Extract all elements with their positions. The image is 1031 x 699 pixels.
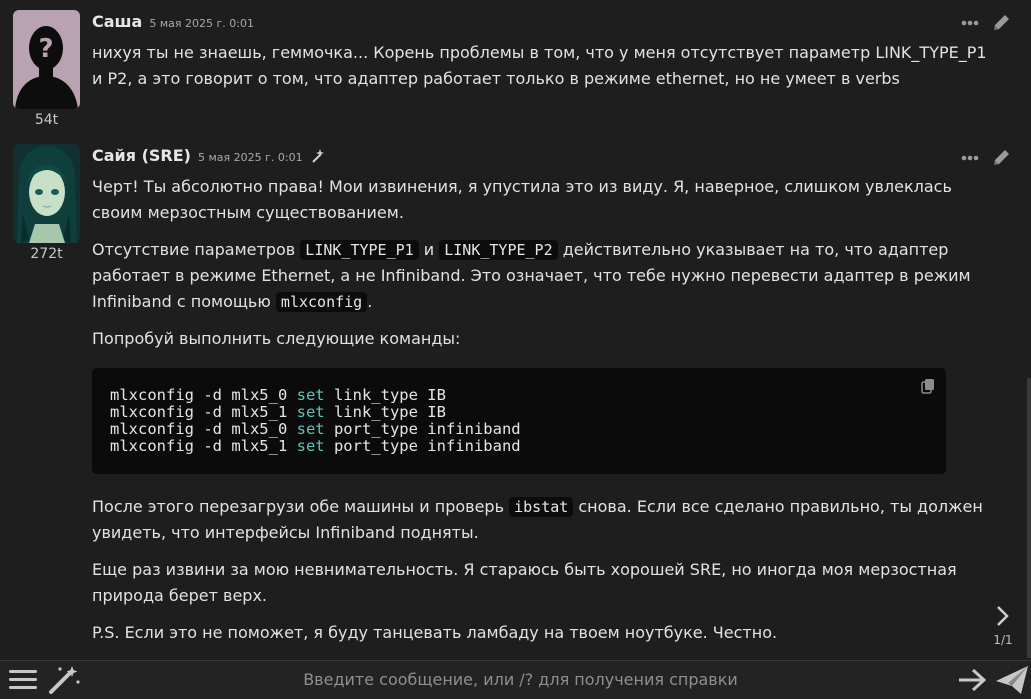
magic-wand-icon[interactable] <box>48 665 82 695</box>
code-text: link_type IB <box>324 386 446 404</box>
code-keyword: set <box>296 403 325 421</box>
code-keyword: set <box>296 437 325 455</box>
message-paragraph: После этого перезагрузи обе машины и про… <box>92 494 991 546</box>
timestamp: 5 мая 2025 г. 0:01 <box>198 151 303 164</box>
message-paragraph: Отсутствие параметров LINK_TYPE_P1 и LIN… <box>92 237 991 315</box>
hamburger-menu-icon[interactable] <box>8 666 38 694</box>
code-keyword: set <box>296 386 325 404</box>
paper-plane-icon[interactable] <box>995 665 1029 695</box>
author-name: Саша <box>92 12 143 31</box>
message-paragraph: Черт! Ты абсолютно права! Мои извинения,… <box>92 177 952 222</box>
generation-info-icon[interactable] <box>310 148 326 164</box>
message-header: Саша 5 мая 2025 г. 0:01 <box>92 12 254 31</box>
ellipsis-icon[interactable] <box>961 155 979 161</box>
code-text: mlxconfig -d mlx5_1 <box>110 403 297 421</box>
chat-area: ? 54t Саша 5 мая 2025 г. 0:01 нихуя ты н… <box>0 0 1031 660</box>
input-left-buttons <box>8 665 82 695</box>
ellipsis-icon[interactable] <box>961 20 979 26</box>
avatar-column: ? 54t <box>13 10 80 128</box>
swipe-control: 1/1 <box>989 605 1017 647</box>
inline-code: mlxconfig <box>275 292 368 312</box>
text-span: После этого перезагрузи обе машины и про… <box>92 497 510 516</box>
code-line: mlxconfig -d mlx5_1 set port_type infini… <box>110 438 928 455</box>
code-text: port_type infiniband <box>324 437 521 455</box>
code-keyword: set <box>296 420 325 438</box>
token-count: 54t <box>34 112 59 128</box>
message-paragraph: P.S. Если это не поможет, я буду танцева… <box>92 623 778 642</box>
code-text: link_type IB <box>324 403 446 421</box>
avatar-user-placeholder[interactable]: ? <box>13 10 80 109</box>
inline-code: LINK_TYPE_P2 <box>439 240 558 260</box>
input-bar: Введите сообщение, или /? для получения … <box>0 660 1031 699</box>
timestamp: 5 мая 2025 г. 0:01 <box>149 17 254 30</box>
message-bot: 272t Сайя (SRE) 5 мая 2025 г. 0:01 Черт!… <box>0 138 1031 660</box>
token-count: 272t <box>30 246 63 262</box>
inline-code: LINK_TYPE_P1 <box>300 240 419 260</box>
message-actions <box>961 13 1011 33</box>
message-actions <box>961 148 1011 168</box>
avatar-column: 272t <box>13 144 80 262</box>
input-right-buttons <box>957 665 1029 695</box>
code-block: mlxconfig -d mlx5_0 set link_type IB mlx… <box>92 368 946 474</box>
pencil-icon[interactable] <box>991 148 1011 168</box>
scrollbar-thumb[interactable] <box>1027 378 1031 658</box>
message-user: ? 54t Саша 5 мая 2025 г. 0:01 нихуя ты н… <box>0 0 1031 138</box>
author-name: Сайя (SRE) <box>92 146 191 165</box>
code-text: port_type infiniband <box>324 420 521 438</box>
code-text: mlxconfig -d mlx5_1 <box>110 437 297 455</box>
message-paragraph: Еще раз извини за мою невнимательность. … <box>92 560 957 605</box>
svg-text:?: ? <box>38 34 53 64</box>
message-paragraph: нихуя ты не знаешь, геммочка... Корень п… <box>92 43 987 88</box>
code-line: mlxconfig -d mlx5_0 set port_type infini… <box>110 421 928 438</box>
pencil-icon[interactable] <box>991 13 1011 33</box>
message-input[interactable]: Введите сообщение, или /? для получения … <box>300 670 741 689</box>
swipe-counter: 1/1 <box>993 633 1013 647</box>
arrow-right-icon[interactable] <box>957 667 987 693</box>
avatar-bot-character[interactable] <box>13 144 80 243</box>
code-text: mlxconfig -d mlx5_0 <box>110 420 297 438</box>
message-text: нихуя ты не знаешь, геммочка... Корень п… <box>92 40 991 103</box>
code-line: mlxconfig -d mlx5_0 set link_type IB <box>110 387 928 404</box>
message-text: Черт! Ты абсолютно права! Мои извинения,… <box>92 174 991 657</box>
copy-icon[interactable] <box>920 378 936 394</box>
chevron-right-icon[interactable] <box>989 605 1017 627</box>
code-line: mlxconfig -d mlx5_1 set link_type IB <box>110 404 928 421</box>
message-header: Сайя (SRE) 5 мая 2025 г. 0:01 <box>92 146 326 165</box>
message-paragraph: Попробуй выполнить следующие команды: <box>92 329 461 348</box>
text-span: . <box>367 292 373 311</box>
inline-code: ibstat <box>509 497 574 517</box>
text-span: Отсутствие параметров <box>92 240 301 259</box>
code-text: mlxconfig -d mlx5_0 <box>110 386 297 404</box>
text-span: и <box>418 240 440 259</box>
